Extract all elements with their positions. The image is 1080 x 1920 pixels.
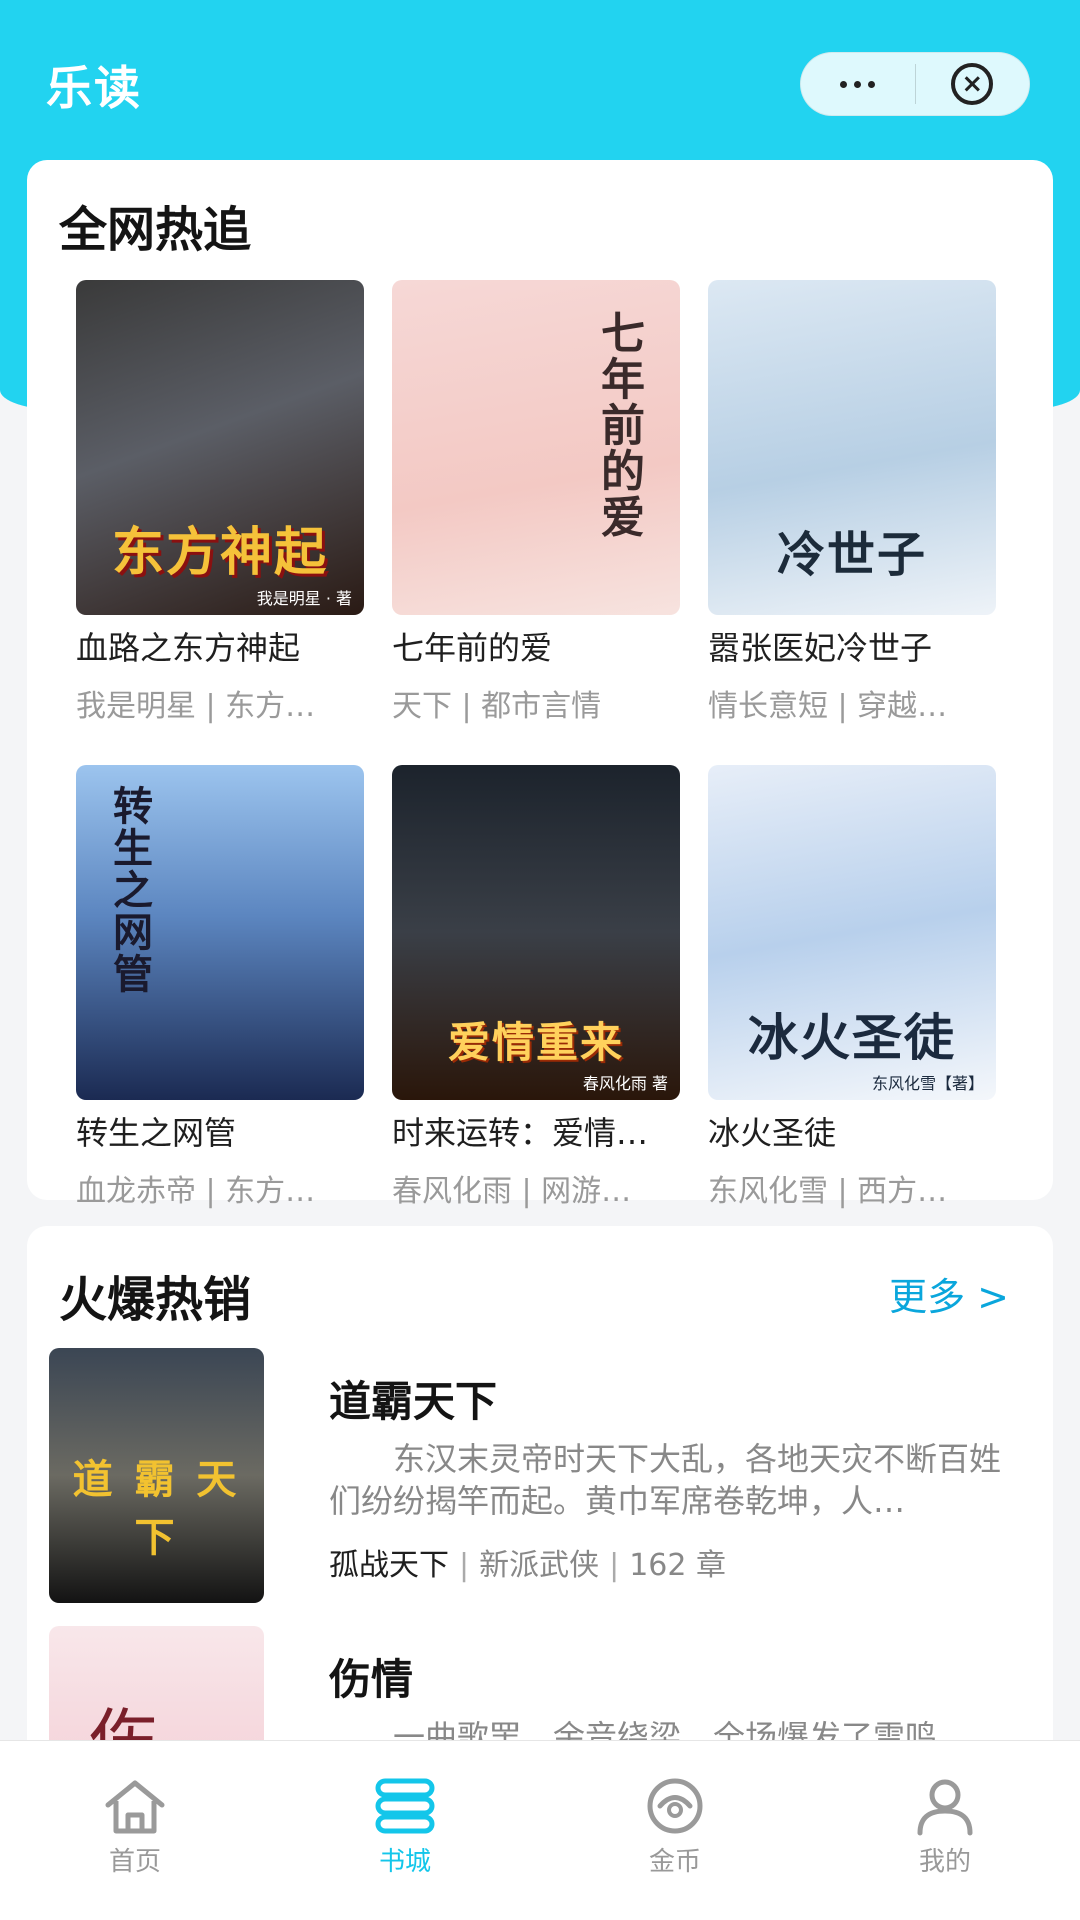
book-title[interactable]: 转生之网管 [76, 1108, 364, 1154]
book-title[interactable]: 道霸天下 [329, 1368, 497, 1429]
cover-author: 春风化雨 著 [582, 1074, 668, 1093]
coin-icon [647, 1778, 703, 1834]
tab-label: 书城 [378, 1847, 431, 1877]
tab-profile[interactable]: 我的 [810, 1741, 1080, 1920]
hot-book-grid: 东方神起 我是明星 · 著 血路之东方神起 我是明星 | 东方… 七年前的爱 七… [76, 280, 1006, 1210]
book-meta: 东风化雪 | 西方… [708, 1174, 948, 1209]
bookstore-icon [375, 1778, 435, 1834]
book-meta: 血龙赤帝 | 东方… [76, 1174, 316, 1209]
profile-icon [917, 1779, 973, 1836]
app-title: 乐读 [46, 61, 142, 115]
home-icon [105, 1780, 165, 1834]
book-card[interactable]: 爱情重来 春风化雨 著 时来运转：爱情… 春风化雨 | 网游… [392, 765, 680, 1210]
cover-title: 七年前的爱 [593, 310, 644, 540]
more-button[interactable] [801, 53, 915, 115]
book-title[interactable]: 时来运转：爱情… [392, 1108, 680, 1154]
book-cover[interactable]: 爱情重来 春风化雨 著 [392, 765, 680, 1100]
cover-author: 我是明星 · 著 [256, 589, 352, 608]
book-meta: 我是明星 | 东方… [76, 689, 316, 724]
book-description: 东汉末灵帝时天下大乱，各地天灾不断百姓们纷纷揭竿而起。黄巾军席卷乾坤，人… [329, 1440, 1002, 1520]
book-cover[interactable]: 东方神起 我是明星 · 著 [76, 280, 364, 615]
book-meta: 天下 | 都市言情 [392, 689, 602, 724]
book-card[interactable]: 转生之网管 转生之网管 血龙赤帝 | 东方… [76, 765, 364, 1210]
book-meta: 孤战天下 | 新派武侠 | 162 章 [329, 1548, 727, 1583]
tab-label: 首页 [108, 1847, 161, 1877]
mini-program-capsule: × [800, 52, 1030, 116]
book-cover[interactable]: 冷世子 [708, 280, 996, 615]
tab-label: 金币 [648, 1847, 701, 1877]
book-title[interactable]: 嚣张医妃冷世子 [708, 623, 996, 669]
tab-bookstore[interactable]: 书城 [270, 1741, 540, 1920]
book-cover[interactable]: 冰火圣徒 东风化雪【著】 [708, 765, 996, 1100]
book-card[interactable]: 东方神起 我是明星 · 著 血路之东方神起 我是明星 | 东方… [76, 280, 364, 725]
more-link[interactable]: 更多 > [889, 1266, 1009, 1321]
more-dots-icon [840, 80, 876, 88]
book-card[interactable]: 七年前的爱 七年前的爱 天下 | 都市言情 [392, 280, 680, 725]
cover-title: 爱情重来 [447, 1018, 624, 1067]
tab-home[interactable]: 首页 [0, 1741, 270, 1920]
close-button[interactable]: × [916, 53, 1030, 115]
bottom-tab-bar: 首页 书城 金币 我的 [0, 1740, 1080, 1920]
sales-section-card: 火爆热销 更多 > 道 霸 天 下 道霸天下 东汉末灵帝时天下大乱，各地天灾不断… [27, 1226, 1053, 1786]
book-title[interactable]: 伤情 [329, 1646, 413, 1707]
book-author: 孤战天下 [329, 1548, 449, 1583]
list-item[interactable]: 道 霸 天 下 道霸天下 东汉末灵帝时天下大乱，各地天灾不断百姓们纷纷揭竿而起。… [49, 1348, 1029, 1603]
cover-title: 东方神起 [111, 523, 328, 583]
section-title-sales: 火爆热销 [59, 1272, 252, 1328]
cover-title: 冷世子 [776, 527, 927, 583]
book-meta: 春风化雨 | 网游… [392, 1174, 632, 1209]
book-card[interactable]: 冷世子 嚣张医妃冷世子 情长意短 | 穿越… [708, 280, 996, 725]
cover-title: 道 霸 天 下 [72, 1457, 241, 1561]
book-title[interactable]: 七年前的爱 [392, 623, 680, 669]
chapter-count: 162 章 [629, 1548, 727, 1583]
tab-coin[interactable]: 金币 [540, 1741, 810, 1920]
cover-author: 东风化雪【著】 [871, 1074, 984, 1093]
cover-title: 转生之网管 [106, 785, 152, 995]
hot-section-card: 全网热追 东方神起 我是明星 · 著 血路之东方神起 我是明星 | 东方… 七年… [27, 160, 1053, 1209]
book-cover[interactable]: 转生之网管 [76, 765, 364, 1100]
close-circle-icon: × [951, 63, 994, 105]
book-card[interactable]: 冰火圣徒 东风化雪【著】 冰火圣徒 东风化雪 | 西方… [708, 765, 996, 1210]
book-meta: 情长意短 | 穿越… [708, 689, 948, 724]
tab-label: 我的 [918, 1847, 971, 1877]
book-genre: 新派武侠 [479, 1548, 600, 1583]
cover-title: 冰火圣徒 [748, 1009, 956, 1067]
book-title[interactable]: 血路之东方神起 [76, 623, 364, 669]
book-cover[interactable]: 七年前的爱 [392, 280, 680, 615]
book-cover[interactable]: 道 霸 天 下 [49, 1348, 264, 1603]
section-title-hot: 全网热追 [59, 202, 252, 258]
book-title[interactable]: 冰火圣徒 [708, 1108, 996, 1154]
